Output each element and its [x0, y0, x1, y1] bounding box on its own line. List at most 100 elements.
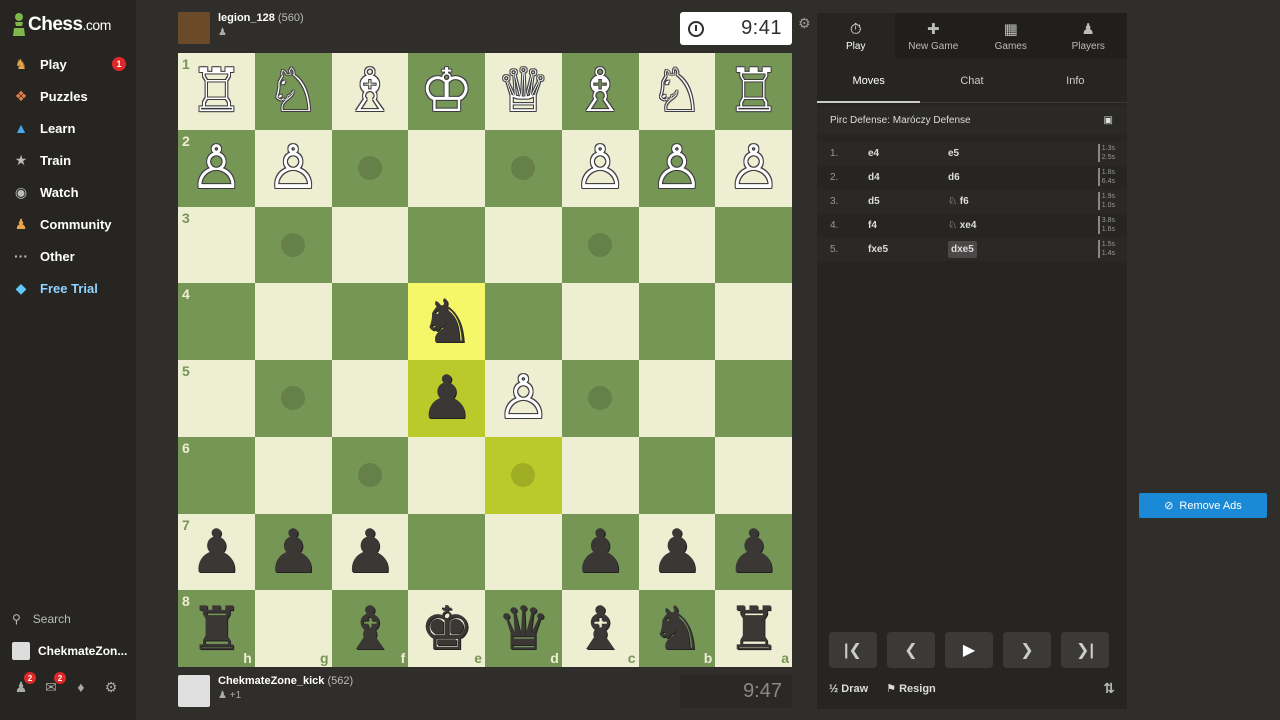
board-square[interactable]: ♙: [715, 129, 792, 207]
sidebar-item-watch[interactable]: ◉ Watch: [12, 179, 130, 205]
board-square[interactable]: 7 ♟: [178, 513, 255, 591]
board-square[interactable]: g: [254, 590, 332, 667]
board-square[interactable]: [331, 129, 409, 207]
board-square[interactable]: ♗: [561, 53, 639, 130]
board-square[interactable]: [485, 129, 562, 207]
board-square[interactable]: [408, 206, 485, 284]
board-square[interactable]: ♔: [408, 53, 485, 130]
move-hint-dot[interactable]: [281, 386, 306, 411]
player-name[interactable]: ChekmateZone_kick (562): [218, 675, 353, 687]
black-bishop-piece[interactable]: ♝: [573, 599, 627, 659]
board-square[interactable]: [254, 283, 332, 360]
black-pawn-piece[interactable]: ♟: [727, 522, 781, 582]
black-pawn-piece[interactable]: ♟: [189, 522, 243, 582]
black-bishop-piece[interactable]: ♝: [343, 599, 397, 659]
sidebar-item-learn[interactable]: ▲ Learn: [12, 115, 130, 141]
white-rook-piece[interactable]: ♖: [727, 61, 781, 121]
board-square[interactable]: d ♛: [485, 590, 562, 667]
board-square[interactable]: e ♚: [408, 590, 485, 667]
black-move[interactable]: d6: [948, 172, 1028, 183]
messages-icon[interactable]: ✉ 2: [42, 672, 66, 696]
white-pawn-piece[interactable]: ♙: [496, 368, 550, 428]
black-move[interactable]: ♘ xe4: [948, 220, 1028, 231]
sidebar-item-train[interactable]: ★ Train: [12, 147, 130, 173]
sidebar-item-puzzles[interactable]: ❖ Puzzles: [12, 83, 130, 109]
black-king-piece[interactable]: ♚: [420, 599, 474, 659]
resign-button[interactable]: ⚑ Resign: [886, 682, 936, 695]
sidebar-item-community[interactable]: ♟ Community: [12, 211, 130, 237]
white-pawn-piece[interactable]: ♙: [573, 138, 627, 198]
first-move-button[interactable]: |❮: [829, 632, 877, 668]
tab-players[interactable]: ♟ Players: [1050, 13, 1128, 59]
white-pawn-piece[interactable]: ♙: [266, 138, 320, 198]
move-hint-dot[interactable]: [357, 463, 382, 488]
board-square[interactable]: [561, 206, 639, 284]
white-queen-piece[interactable]: ♕: [496, 61, 550, 121]
board-square[interactable]: [331, 206, 409, 284]
board-square[interactable]: [715, 206, 792, 284]
board-square[interactable]: ♟: [408, 360, 485, 437]
board-square[interactable]: [638, 436, 716, 514]
board-square[interactable]: ♙: [254, 129, 332, 207]
settings-icon[interactable]: ⚙: [102, 678, 120, 696]
flip-board-icon[interactable]: ⇅: [1103, 680, 1115, 697]
board-square[interactable]: ♗: [331, 53, 409, 130]
board-square[interactable]: ♙: [638, 129, 716, 207]
board-square[interactable]: [408, 513, 485, 591]
board-square[interactable]: ♕: [485, 53, 562, 130]
previous-move-button[interactable]: ❮: [887, 632, 935, 668]
sidebar-item-other[interactable]: ··· Other: [12, 243, 130, 269]
board-square[interactable]: 8 h ♜: [178, 590, 255, 667]
board-square[interactable]: ♟: [254, 513, 332, 591]
white-king-piece[interactable]: ♔: [420, 61, 474, 121]
black-move[interactable]: ♘ f6: [948, 196, 1028, 207]
subtab-info[interactable]: Info: [1024, 59, 1127, 102]
black-knight-piece[interactable]: ♞: [650, 599, 704, 659]
board-square[interactable]: ♙: [561, 129, 639, 207]
remove-ads-button[interactable]: ⊘ Remove Ads: [1139, 493, 1267, 518]
board-square[interactable]: [254, 206, 332, 284]
white-bishop-piece[interactable]: ♗: [573, 61, 627, 121]
board-square[interactable]: ♟: [331, 513, 409, 591]
board-square[interactable]: ♟: [561, 513, 639, 591]
board-square[interactable]: [561, 360, 639, 437]
board-square[interactable]: [254, 436, 332, 514]
black-knight-piece[interactable]: ♞: [420, 292, 474, 352]
white-knight-piece[interactable]: ♘: [650, 61, 704, 121]
chess-logo[interactable]: Chess.com: [12, 12, 111, 38]
board-square[interactable]: ♘: [638, 53, 716, 130]
notifications-icon[interactable]: ♦: [72, 678, 90, 696]
search-button[interactable]: ⚲ Search: [12, 612, 71, 626]
board-square[interactable]: b ♞: [638, 590, 716, 667]
board-square[interactable]: 4: [178, 283, 255, 360]
board-square[interactable]: [331, 283, 409, 360]
board-square[interactable]: [485, 283, 562, 360]
subtab-chat[interactable]: Chat: [920, 59, 1023, 102]
board-square[interactable]: [408, 129, 485, 207]
move-hint-dot[interactable]: [281, 232, 306, 257]
board-square[interactable]: [638, 283, 716, 360]
move-hint-dot[interactable]: [357, 156, 382, 181]
board-square[interactable]: [561, 283, 639, 360]
board-square[interactable]: [638, 360, 716, 437]
board-settings-icon[interactable]: ⚙: [798, 15, 811, 32]
next-move-button[interactable]: ❯: [1003, 632, 1051, 668]
board-square[interactable]: [408, 436, 485, 514]
board-square[interactable]: [715, 360, 792, 437]
white-pawn-piece[interactable]: ♙: [727, 138, 781, 198]
board-square[interactable]: [638, 206, 716, 284]
board-square[interactable]: 3: [178, 206, 255, 284]
white-move[interactable]: d4: [868, 172, 948, 183]
board-square[interactable]: [485, 206, 562, 284]
move-hint-dot[interactable]: [511, 156, 536, 181]
board-square[interactable]: 1 ♖: [178, 53, 255, 130]
tab-games[interactable]: ▦ Games: [972, 13, 1050, 59]
player-name[interactable]: legion_128 (560): [218, 12, 304, 24]
sidebar-item-free-trial[interactable]: ◆ Free Trial: [12, 275, 130, 301]
board-square[interactable]: [715, 436, 792, 514]
play-button[interactable]: ▶: [945, 632, 993, 668]
white-move[interactable]: f4: [868, 220, 948, 231]
board-square[interactable]: [561, 436, 639, 514]
subtab-moves[interactable]: Moves: [817, 59, 921, 103]
last-move-button[interactable]: ❯|: [1061, 632, 1109, 668]
